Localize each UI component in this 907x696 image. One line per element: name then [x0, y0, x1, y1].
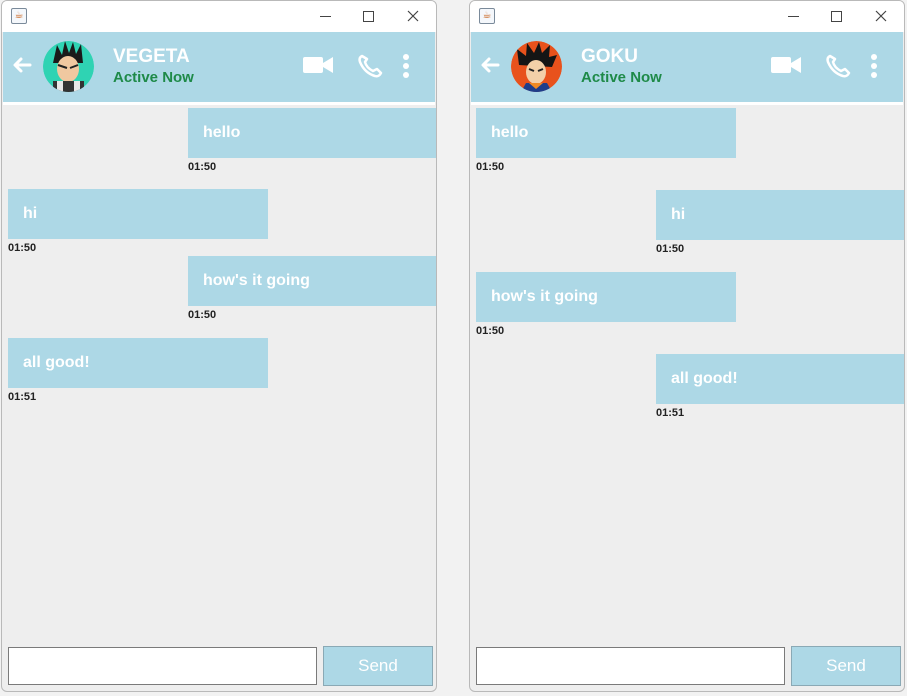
more-options-icon[interactable]	[870, 54, 878, 78]
minimize-button[interactable]	[317, 8, 333, 24]
message-time: 01:50	[476, 325, 505, 337]
maximize-button[interactable]	[360, 8, 376, 24]
video-call-icon[interactable]	[770, 54, 802, 76]
title-bar[interactable]: ☕	[470, 1, 904, 32]
back-arrow-icon[interactable]	[478, 53, 502, 77]
close-icon	[875, 10, 887, 22]
message-bubble: hi	[8, 189, 268, 239]
message-input[interactable]	[476, 647, 785, 685]
send-button[interactable]: Send	[791, 646, 901, 686]
received-message: hi 01:50	[8, 189, 268, 255]
message-input[interactable]	[8, 647, 317, 685]
chat-header: GOKU Active Now	[471, 32, 903, 102]
message-bubble: hello	[188, 108, 436, 158]
sent-message: how's it going 01:50	[188, 256, 436, 322]
sent-message: all good! 01:51	[656, 354, 904, 420]
message-bubble: how's it going	[188, 256, 436, 306]
message-list[interactable]: hello 01:50 hi 01:50 how's it going 01:5…	[8, 105, 436, 640]
java-icon: ☕	[11, 8, 27, 24]
minimize-button[interactable]	[785, 8, 801, 24]
chat-window-goku: ☕ GOKU Active Now hello 01:50 hi 01:50 h…	[469, 0, 905, 692]
close-button[interactable]	[405, 8, 421, 24]
message-time: 01:50	[188, 161, 217, 173]
contact-name: VEGETA	[113, 46, 190, 67]
contact-status: Active Now	[581, 69, 662, 86]
received-message: all good! 01:51	[8, 338, 268, 404]
more-options-icon[interactable]	[402, 54, 410, 78]
message-time: 01:50	[8, 242, 37, 254]
chat-header: VEGETA Active Now	[3, 32, 435, 102]
message-time: 01:50	[656, 243, 685, 255]
java-icon: ☕	[479, 8, 495, 24]
close-icon	[407, 10, 419, 22]
phone-call-icon[interactable]	[357, 54, 383, 78]
message-time: 01:51	[8, 391, 37, 403]
message-bubble: all good!	[656, 354, 904, 404]
message-bubble: hello	[476, 108, 736, 158]
sent-message: hello 01:50	[188, 108, 436, 174]
message-bubble: all good!	[8, 338, 268, 388]
chat-window-vegeta: ☕ VEGETA Active Now hello 01:50 hi 01:50…	[1, 0, 437, 692]
sent-message: hi 01:50	[656, 190, 904, 256]
video-call-icon[interactable]	[302, 54, 334, 76]
title-bar[interactable]: ☕	[2, 1, 436, 32]
vegeta-avatar[interactable]	[43, 41, 94, 92]
back-arrow-icon[interactable]	[10, 53, 34, 77]
message-list[interactable]: hello 01:50 hi 01:50 how's it going 01:5…	[476, 105, 904, 640]
goku-avatar[interactable]	[511, 41, 562, 92]
contact-name: GOKU	[581, 46, 638, 67]
message-time: 01:51	[656, 407, 685, 419]
close-button[interactable]	[873, 8, 889, 24]
message-time: 01:50	[188, 309, 217, 321]
send-button[interactable]: Send	[323, 646, 433, 686]
maximize-button[interactable]	[828, 8, 844, 24]
received-message: hello 01:50	[476, 108, 736, 174]
received-message: how's it going 01:50	[476, 272, 736, 338]
message-bubble: how's it going	[476, 272, 736, 322]
message-time: 01:50	[476, 161, 505, 173]
contact-status: Active Now	[113, 69, 194, 86]
phone-call-icon[interactable]	[825, 54, 851, 78]
message-bubble: hi	[656, 190, 904, 240]
